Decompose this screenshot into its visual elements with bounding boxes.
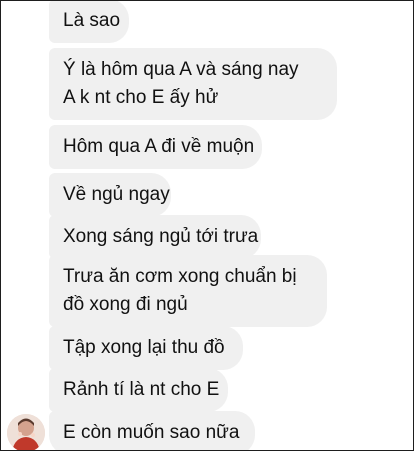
message-text: Hôm qua A đi về muộn bbox=[63, 136, 255, 157]
message-bubble: Rảnh tí là nt cho E bbox=[49, 368, 228, 412]
message-bubble: Hôm qua A đi về muộn bbox=[49, 125, 262, 169]
message-bubble: E còn muốn sao nữa bbox=[49, 411, 255, 450]
message-text: A k nt cho E ấy hử bbox=[63, 87, 219, 108]
user-avatar-icon[interactable] bbox=[7, 414, 45, 450]
message-bubble: Là sao bbox=[49, 1, 129, 43]
message-bubble: Tập xong lại thu đồ bbox=[49, 326, 243, 370]
message-text: Trưa ăn cơm xong chuẩn bị bbox=[63, 266, 297, 287]
message-bubble: Về ngủ ngay bbox=[49, 173, 171, 217]
message-text: Ý là hôm qua A và sáng nay bbox=[63, 59, 299, 80]
message-text: Về ngủ ngay bbox=[63, 184, 170, 205]
message-text: Rảnh tí là nt cho E bbox=[63, 379, 220, 400]
message-bubble: Ý là hôm qua A và sáng nay A k nt cho E … bbox=[49, 48, 337, 120]
message-text: Tập xong lại thu đồ bbox=[63, 337, 225, 358]
message-text: Xong sáng ngủ tới trưa bbox=[63, 226, 259, 247]
message-bubble: Trưa ăn cơm xong chuẩn bị đồ xong đi ngủ bbox=[49, 255, 327, 327]
message-bubble: Xong sáng ngủ tới trưa bbox=[49, 215, 261, 259]
chat-screenshot: Là sao Ý là hôm qua A và sáng nay A k nt… bbox=[0, 0, 414, 451]
message-text: E còn muốn sao nữa bbox=[63, 422, 240, 443]
avatar-image bbox=[7, 414, 45, 450]
message-text: Là sao bbox=[63, 10, 121, 31]
message-text: đồ xong đi ngủ bbox=[63, 294, 188, 315]
